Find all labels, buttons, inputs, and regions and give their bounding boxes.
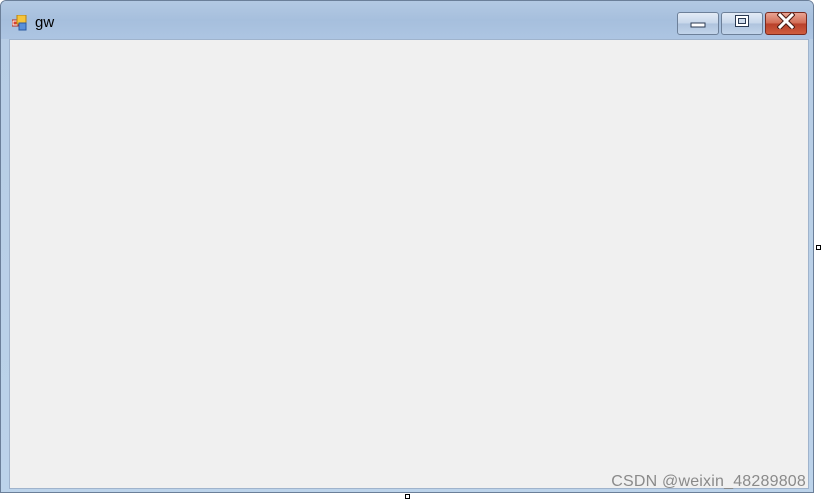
form-window[interactable]: gw: [0, 0, 814, 493]
minimize-button[interactable]: [677, 12, 719, 35]
window-title: gw: [35, 14, 55, 31]
close-button[interactable]: [765, 11, 807, 35]
form-icon: [11, 14, 28, 31]
maximize-button[interactable]: [721, 12, 763, 35]
close-icon: [776, 11, 796, 34]
resize-handle-bottom[interactable]: [405, 494, 410, 499]
minimize-icon: [689, 15, 707, 33]
form-client-area[interactable]: [9, 39, 809, 489]
maximize-icon: [734, 14, 750, 33]
watermark-text: CSDN @weixin_48289808: [611, 473, 806, 490]
title-bar[interactable]: gw: [1, 1, 813, 39]
resize-handle-right[interactable]: [816, 245, 821, 250]
